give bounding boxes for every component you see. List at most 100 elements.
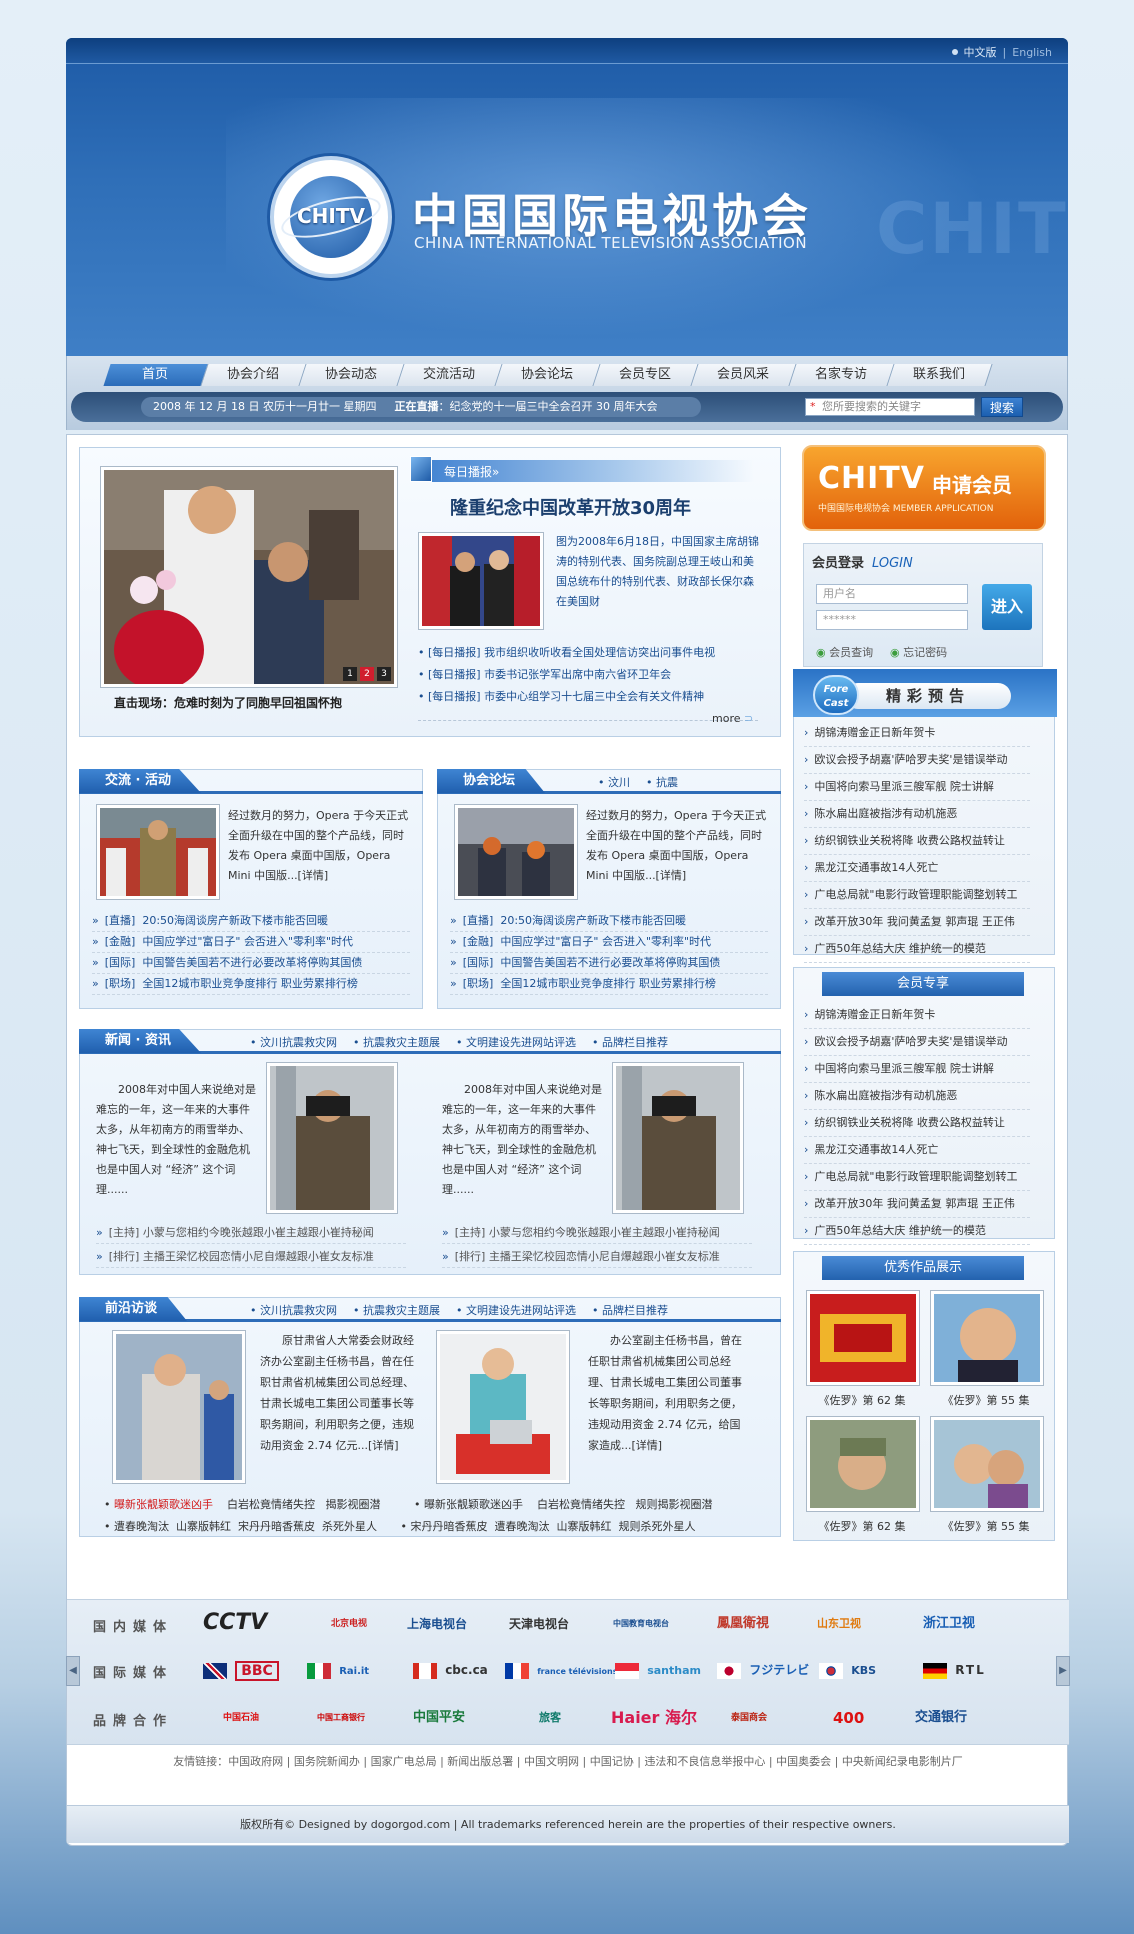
list-item[interactable]: 中国将向索马里派三艘军舰 院士讲解 [804,1056,1030,1083]
news-topic-link[interactable]: 文明建设先进网站评选 [456,1036,576,1049]
frontier-topic-link[interactable]: 抗震救灾主题展 [353,1304,440,1317]
featured-link[interactable]: • [每日播报] 我市组织收听收看全国处理信访突出问事件电视 [418,642,768,664]
list-item[interactable]: 中国将向索马里派三艘军舰 院士讲解 [804,774,1030,801]
friend-link[interactable]: 中央新闻纪录电影制片厂 [842,1755,963,1768]
news-photo-left[interactable] [266,1062,398,1214]
hot-link[interactable]: 曝新张靓颖歌迷凶手 [114,1498,213,1511]
thai-chamber-logo[interactable]: 泰国商会 [731,1704,767,1732]
list-item[interactable]: 胡锦涛赠金正日新年贺卡 [804,720,1030,747]
btv-logo[interactable]: 北京电视 [331,1610,367,1638]
hot-link[interactable]: 曝新张靓颖歌迷凶手 [424,1498,523,1511]
hot-link[interactable]: 白岩松竟情绪失控 [227,1498,315,1511]
cctv-logo[interactable]: CCTV [203,1610,267,1638]
frontier-topic-link[interactable]: 文明建设先进网站评选 [456,1304,576,1317]
news-photo[interactable] [418,532,544,630]
400-logo[interactable]: 400 [833,1704,864,1732]
forum-tag-link[interactable]: 抗震 [646,776,678,789]
list-item[interactable]: 欧议会授予胡嘉'萨哈罗夫奖'是错误举动 [804,1029,1030,1056]
nav-item-interviews[interactable]: 名家专访 [789,364,895,386]
cetv-logo[interactable]: 中国教育电视台 [613,1610,669,1638]
activities-item[interactable]: [金融] 中国应学过"富日子" 会否进入"零利率"时代 [92,931,410,953]
frontier-topic-link[interactable]: 品牌栏目推荐 [592,1304,668,1317]
activities-item[interactable]: [职场] 全国12城市职业竞争度排行 职业劳累排行榜 [92,973,410,995]
hot-link[interactable]: 宋丹丹暗香蕉皮 [411,1520,488,1533]
activities-item[interactable]: [直播] 20:50海阔谈房产新政下楼市能否回暖 [92,910,410,932]
hot-link[interactable]: 杀死外星人 [322,1520,377,1533]
lang-cn-link[interactable]: 中文版 [964,46,997,59]
work-caption[interactable]: 《佐罗》第 62 集 [816,1392,908,1408]
news-item[interactable]: [主持] 小蒙与您相约今晚张越跟小崔主越跟小崔持秘闻 [96,1222,406,1244]
news-item[interactable]: [排行] 主播王梁忆校园恋情小尼自爆越跟小崔女友标准 [96,1246,406,1268]
live-text[interactable]: ：纪念党的十一届三中全会召开 30 周年大会 [438,400,657,413]
lvke-logo[interactable]: 旅客 [539,1704,561,1732]
list-item[interactable]: 广西50年总结大庆 维护统一的模范 [804,936,1030,963]
list-item[interactable]: 黑龙江交通事故14人死亡 [804,855,1030,882]
forum-item[interactable]: [金融] 中国应学过"富日子" 会否进入"零利率"时代 [450,931,768,953]
forum-text[interactable]: 经过数月的努力，Opera 于今天正式全面升级在中国的整个产品线，同时发布 Op… [586,806,770,886]
work-thumb[interactable] [806,1416,920,1512]
zhejiang-tv-logo[interactable]: 浙江卫视 [923,1610,975,1638]
list-item[interactable]: 陈水扁出庭被指涉有动机施恶 [804,1083,1030,1110]
petrochina-logo[interactable]: 中国石油 [223,1704,259,1732]
frontier-topic-link[interactable]: 汶川抗震救灾网 [250,1304,337,1317]
activities-photo[interactable] [96,804,220,900]
search-input[interactable]: 您所要搜索的关键字 [805,398,975,416]
work-thumb[interactable] [930,1290,1044,1386]
haier-logo[interactable]: Haier 海尔 [611,1704,697,1732]
frontier-text-left[interactable]: 原甘肃省人大常委会财政经济办公室副主任杨书昌，曾在任职甘肃省机械集团公司总经理、… [260,1330,416,1456]
nav-item-home[interactable]: 首页 [103,364,209,386]
activities-item[interactable]: [国际] 中国警告美国若不进行必要改革将停购其国债 [92,952,410,974]
featured-caption[interactable]: 直击现场：危难时刻为了同胞早回祖国怀抱 [114,694,342,711]
list-item[interactable]: 黑龙江交通事故14人死亡 [804,1137,1030,1164]
list-item[interactable]: 陈水扁出庭被指涉有动机施恶 [804,801,1030,828]
nav-item-about[interactable]: 协会介绍 [201,364,307,386]
ping-an-logo[interactable]: 中国平安 [413,1704,465,1732]
forum-item[interactable]: [直播] 20:50海阔谈房产新政下楼市能否回暖 [450,910,768,932]
activities-text[interactable]: 经过数月的努力，Opera 于今天正式全面升级在中国的整个产品线，同时发布 Op… [228,806,412,886]
search-button[interactable]: 搜索 [981,397,1023,417]
friend-link[interactable]: 中国文明网 [524,1755,579,1768]
forum-item[interactable]: [职场] 全国12城市职业竞争度排行 职业劳累排行榜 [450,973,768,995]
kbs-logo[interactable]: KBS [819,1656,876,1684]
tianjin-tv-logo[interactable]: 天津电视台 [509,1610,569,1638]
bocom-logo[interactable]: 交通银行 [915,1704,967,1732]
password-field[interactable]: ****** [816,610,968,630]
news-item[interactable]: [主持] 小蒙与您相约今晚张越跟小崔主越跟小崔持秘闻 [442,1222,752,1244]
news-topic-link[interactable]: 抗震救灾主题展 [353,1036,440,1049]
frontier-text-right[interactable]: 办公室副主任杨书昌，曾在任职甘肃省机械集团公司总经理、甘肃长城电工集团公司董事长… [588,1330,748,1456]
icbc-logo[interactable]: 中国工商银行 [317,1704,365,1732]
news-photo-right[interactable] [612,1062,744,1214]
featured-link[interactable]: • [每日播报] 市委中心组学习十七届三中全会有关文件精神 [418,686,768,708]
friend-link[interactable]: 国家广电总局 [371,1755,437,1768]
pager-3[interactable]: 3 [377,667,391,681]
list-item[interactable]: 改革开放30年 我问黄孟复 郭声琨 王正伟 [804,1191,1030,1218]
username-field[interactable]: 用户名 [816,584,968,604]
nav-item-news[interactable]: 协会动态 [299,364,405,386]
frontier-photo-right[interactable] [436,1330,570,1484]
santham-logo[interactable]: santham [615,1656,701,1684]
hot-link[interactable]: 遭春晚淘汰 [114,1520,169,1533]
news-text-left[interactable]: 2008年对中国人来说绝对是难忘的一年，这一年来的大事件太多，从年初南方的雨雪举… [96,1080,256,1200]
pager-1[interactable]: 1 [343,667,357,681]
hot-link[interactable]: 遭春晚淘汰 [495,1520,550,1533]
more-link[interactable]: more ⊃ [712,712,753,725]
list-item[interactable]: 纺织钢铁业关税将降 收费公路权益转让 [804,828,1030,855]
friend-link[interactable]: 中国奥委会 [776,1755,831,1768]
hot-link[interactable]: 揭影视圈潜 [326,1498,381,1511]
work-thumb[interactable] [930,1416,1044,1512]
member-query-option[interactable]: 会员查询 [816,644,873,660]
nav-item-activities[interactable]: 交流活动 [397,364,503,386]
hot-link[interactable]: 宋丹丹暗香蕉皮 [238,1520,315,1533]
work-caption[interactable]: 《佐罗》第 55 集 [940,1392,1032,1408]
news-item[interactable]: [排行] 主播王梁忆校园恋情小尼自爆越跟小崔女友标准 [442,1246,752,1268]
work-caption[interactable]: 《佐罗》第 62 集 [816,1518,908,1534]
friend-link[interactable]: 中国记协 [590,1755,634,1768]
fuji-tv-logo[interactable]: フジテレビ [717,1656,809,1684]
featured-description[interactable]: 图为2008年6月18日，中国国家主席胡锦涛的特别代表、国务院副总理王岐山和美国… [556,532,764,612]
featured-photo[interactable]: 1 2 3 [100,466,398,690]
list-item[interactable]: 广电总局就"电影行政管理职能调整划转工 [804,1164,1030,1191]
news-text-right[interactable]: 2008年对中国人来说绝对是难忘的一年，这一年来的大事件太多，从年初南方的雨雪举… [442,1080,602,1200]
association-logo[interactable]: CHITV [270,156,392,278]
list-item[interactable]: 广西50年总结大庆 维护统一的模范 [804,1218,1030,1245]
nav-item-members[interactable]: 会员专区 [593,364,699,386]
